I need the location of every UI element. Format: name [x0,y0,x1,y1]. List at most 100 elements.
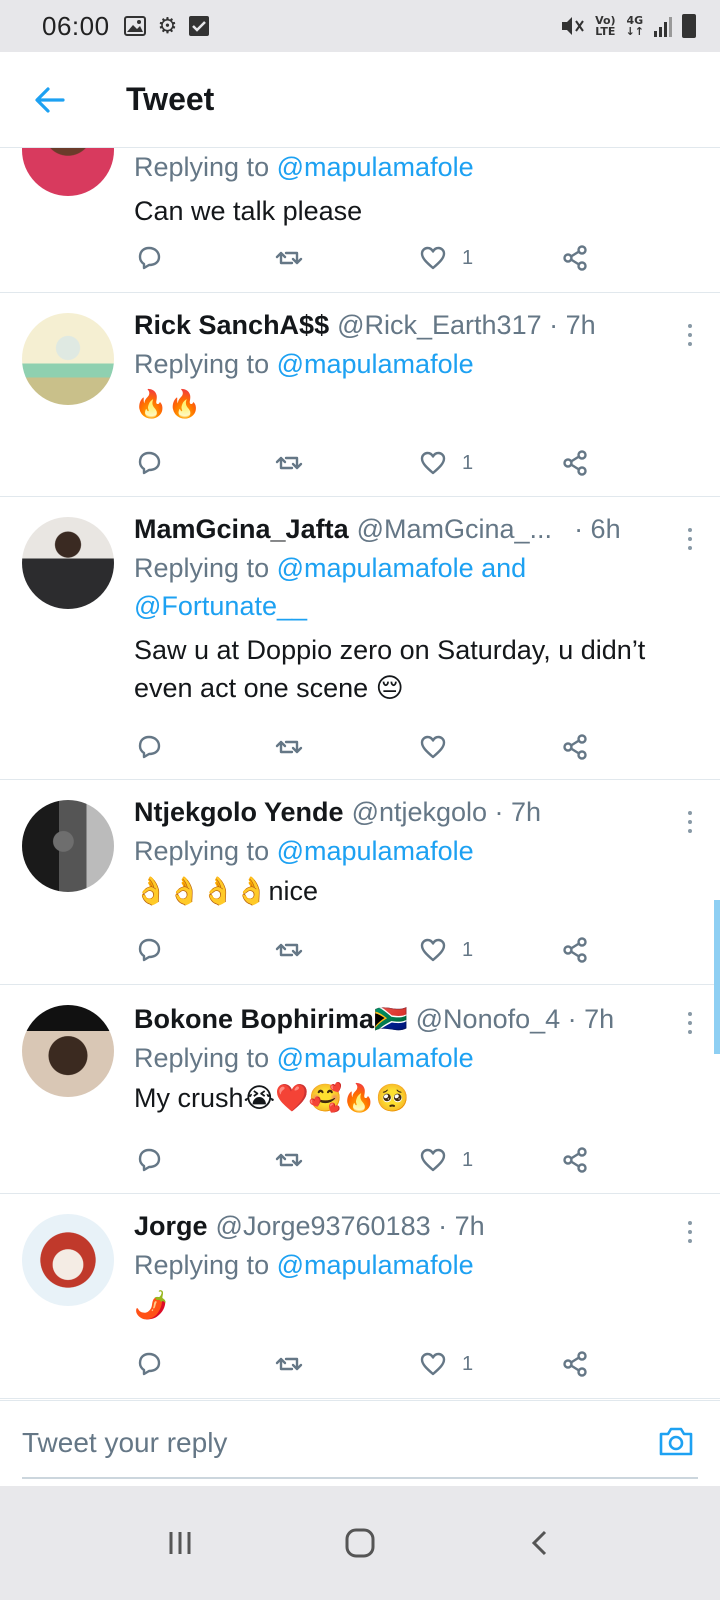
tweet-text: Saw u at Doppio zero on Saturday, u didn… [134,635,646,703]
avatar[interactable] [22,1214,114,1306]
heart-icon [420,938,446,962]
avatar[interactable] [22,313,114,405]
reply-icon [138,1148,161,1172]
retweet-button[interactable] [274,238,304,278]
user-handle[interactable]: @MamGcina_... [357,513,552,545]
reply-button[interactable] [134,1140,164,1180]
share-button[interactable] [560,727,590,767]
reply-button[interactable] [134,443,164,483]
user-handle[interactable]: @ntjekgolo · 7h [352,796,542,828]
avatar[interactable] [22,1005,114,1097]
scrollbar[interactable] [714,900,720,1054]
share-icon [563,1147,587,1173]
back-arrow-icon [35,86,65,113]
settings-icon: ⚙ [157,13,178,38]
user-handle[interactable]: @Nonofo_4 · 7h [416,1003,615,1035]
user-handle[interactable]: @Rick_Earth317 · 7h [337,309,596,341]
reply-button[interactable] [134,727,164,767]
home-icon [345,1528,375,1558]
share-icon [563,245,587,271]
reply-button[interactable] [134,238,164,278]
like-button[interactable]: 1 [418,930,473,970]
mention-link[interactable]: @mapulamafole [277,152,474,182]
tweet-text: 🌶️ [134,1290,168,1320]
replying-to: Replying to @mapulamafole and @Fortunate… [134,553,527,621]
retweet-icon [275,943,303,957]
reply-feed[interactable]: Replying to @mapulamafole Can we talk pl… [0,148,720,1428]
avatar[interactable] [22,148,114,196]
back-nav-button[interactable] [510,1513,570,1573]
network-4g-icon: 4G ↓↑ [625,14,644,38]
user-name[interactable]: Bokone Bophirima🇿🇦 [134,1003,408,1035]
tweet-item[interactable]: MamGcina_Jafta @MamGcina_... · 6h Replying… [0,497,720,780]
system-nav-bar [0,1486,720,1600]
user-name[interactable]: MamGcina_Jafta [134,513,349,545]
like-button[interactable]: 1 [418,238,473,278]
like-button[interactable]: 1 [418,443,473,483]
retweet-button[interactable] [274,443,304,483]
replying-to: Replying to @mapulamafole [134,152,474,182]
camera-icon[interactable] [656,1421,696,1461]
tweet-item[interactable]: Bokone Bophirima🇿🇦 @Nonofo_4 · 7h Replyin… [0,985,720,1194]
share-button[interactable] [560,443,590,483]
reply-input[interactable] [22,1409,698,1479]
reply-icon [138,1352,161,1376]
recents-button[interactable] [150,1513,210,1573]
avatar[interactable] [22,800,114,892]
retweet-button[interactable] [274,727,304,767]
reply-button[interactable] [134,930,164,970]
user-name[interactable]: Jorge [134,1210,208,1242]
share-icon [563,450,587,476]
like-button[interactable] [418,727,462,767]
replying-to: Replying to @mapulamafole [134,1250,474,1280]
checkbox-icon [189,16,210,36]
gallery-icon [123,16,146,36]
share-button[interactable] [560,1140,590,1180]
back-button[interactable] [0,52,100,148]
reply-button[interactable] [134,1344,164,1384]
volte-icon: Vo) LTE [595,14,616,38]
share-button[interactable] [560,238,590,278]
tweet-text: My crush😭❤️🥰🔥🥺 [134,1083,410,1113]
user-name[interactable]: Ntjekgolo Yende [134,796,344,828]
avatar[interactable] [22,517,114,609]
retweet-icon [275,1357,303,1371]
back-chevron-icon [531,1530,547,1556]
retweet-button[interactable] [274,1344,304,1384]
status-bar: 06:00 ⚙ Vo) LTE 4G ↓↑ [0,0,720,52]
like-button[interactable]: 1 [418,1140,473,1180]
like-count: 1 [462,938,474,961]
retweet-button[interactable] [274,930,304,970]
like-count: 1 [462,451,474,474]
mention-link[interactable]: @mapulamafole [277,1250,474,1280]
mention-link[interactable]: @mapulamafole [277,349,474,379]
recents-icon [169,1532,191,1554]
share-icon [563,1351,587,1377]
user-handle[interactable]: @Jorge93760183 · 7h [216,1210,485,1242]
home-button[interactable] [330,1513,390,1573]
mention-link[interactable]: @mapulamafole [277,1043,474,1073]
page-title: Tweet [126,81,215,117]
tweet-item[interactable]: Rick SanchA$$ @Rick_Earth317 · 7h Replyin… [0,293,720,497]
tweet-item[interactable]: Replying to @mapulamafole Can we talk pl… [0,148,720,293]
tweet-item[interactable]: Jorge @Jorge93760183 · 7h Replying to @ma… [0,1194,720,1399]
mention-link[interactable]: @mapulamafole [277,836,474,866]
share-button[interactable] [560,930,590,970]
status-notification-icons: ⚙ [123,13,210,38]
share-icon [563,937,587,963]
heart-icon [420,735,446,759]
heart-icon [420,1148,446,1172]
status-time: 06:00 [42,10,110,41]
tweet-item[interactable]: Ntjekgolo Yende @ntjekgolo · 7h Replying … [0,780,720,985]
like-button[interactable]: 1 [418,1344,473,1384]
user-name[interactable]: Rick SanchA$$ [134,309,329,341]
retweet-icon [275,1153,303,1167]
heart-icon [420,451,446,475]
heart-icon [420,246,446,270]
signal-icon [654,15,672,37]
share-button[interactable] [560,1344,590,1384]
retweet-button[interactable] [274,1140,304,1180]
status-system-icons: Vo) LTE 4G ↓↑ [559,14,696,38]
reply-icon [138,451,161,475]
replying-to: Replying to @mapulamafole [134,349,474,379]
